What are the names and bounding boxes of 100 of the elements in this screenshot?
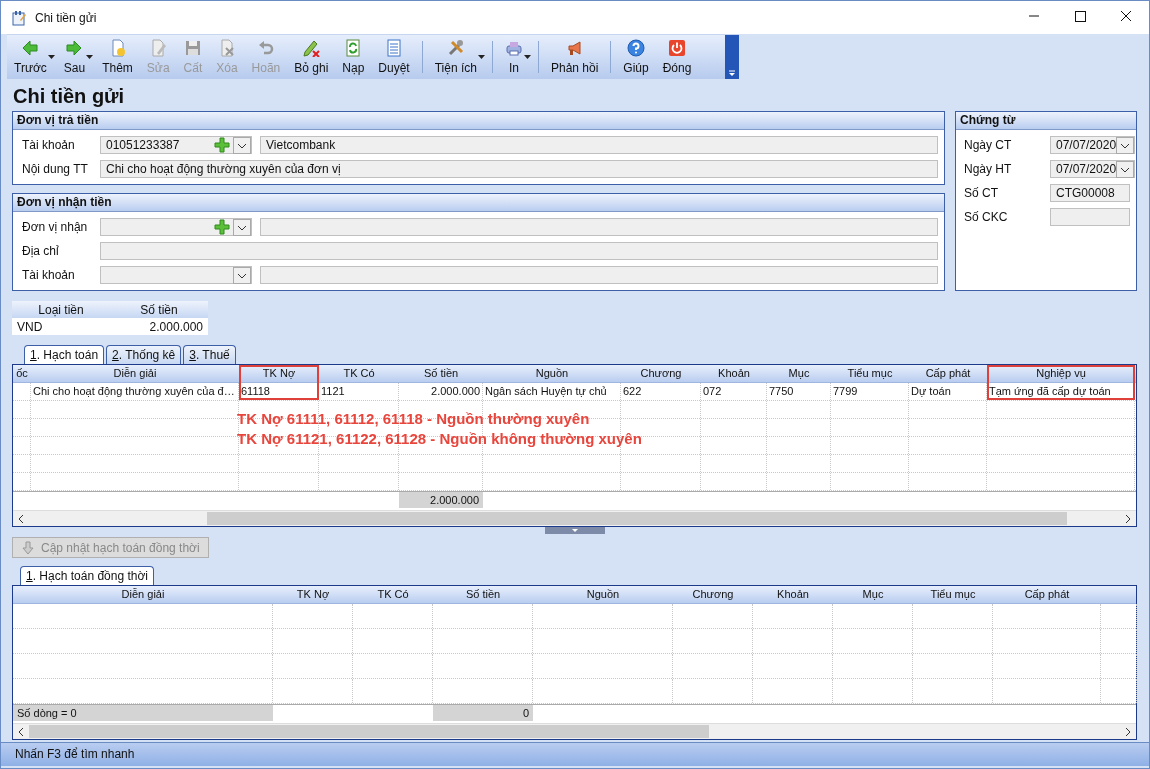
splitter-handle[interactable]	[544, 527, 605, 534]
table-cell: 622	[621, 383, 701, 400]
horizontal-scrollbar[interactable]	[13, 723, 1136, 739]
caret-icon[interactable]	[523, 55, 531, 59]
column-header: Tiểu mục	[846, 366, 894, 381]
panel-title: Chứng từ	[956, 111, 1136, 130]
table-cell: 072	[701, 383, 767, 400]
column-header: Chương	[691, 587, 735, 602]
toolbar-button[interactable]: Giúp	[616, 35, 656, 79]
input-field[interactable]: CTG00008	[1050, 184, 1130, 202]
column-header: TK Có	[376, 587, 410, 602]
column-header: Loại tiền	[37, 302, 85, 317]
input-field[interactable]	[1050, 208, 1130, 226]
input-field[interactable]: 07/07/2020	[1050, 160, 1136, 178]
caret-icon[interactable]	[47, 55, 55, 59]
megaphone-icon	[565, 39, 584, 57]
column-header: Mục	[787, 366, 811, 381]
tab[interactable]: 3. Thuế	[183, 345, 236, 364]
panel-title: Đơn vị nhận tiền	[13, 193, 944, 212]
column-header: Khoản	[776, 587, 810, 602]
table-cell: 61118	[239, 383, 319, 400]
table-cell-text: VND	[16, 319, 44, 334]
toolbar-button[interactable]: In	[497, 35, 530, 79]
refresh-document-icon	[344, 39, 363, 57]
dropdown-button[interactable]	[1116, 136, 1135, 154]
field-label: Tài khoản	[22, 268, 76, 282]
status-bar: Nhấn F3 để tìm nhanh	[1, 742, 1149, 766]
column-header: Nguồn	[585, 587, 621, 602]
right-arrow-icon	[65, 39, 84, 57]
column-header: Khoản	[717, 366, 751, 381]
input-field[interactable]: Vietcombank	[260, 136, 938, 154]
column-header: Diễn giải	[112, 366, 158, 381]
toolbar-button[interactable]: Nạp	[335, 35, 372, 79]
tab[interactable]: 1. Hạch toán	[24, 345, 105, 364]
toolbar-button[interactable]: Phản hồi	[543, 35, 606, 79]
add-icon[interactable]	[214, 137, 230, 153]
notebook-icon	[11, 9, 27, 26]
toolbar-button[interactable]: Tiện ích	[427, 35, 484, 79]
column-header: Tiểu mục	[929, 587, 977, 602]
table-cell: Số dòng = 0	[13, 705, 273, 721]
printer-icon	[504, 39, 523, 57]
column-header: Chương	[639, 366, 683, 381]
annotation-text: TK Nợ 61111, 61112, 61118 - Nguồn thường xuyên	[237, 409, 591, 429]
input-field[interactable]	[260, 218, 938, 236]
tab[interactable]: 1. Hạch toán đồng thời	[20, 566, 154, 585]
column-header: Diễn giải	[120, 587, 166, 602]
table-cell: Chi cho hoạt động thường xuyên của đ…	[31, 383, 239, 400]
field-label: Ngày CT	[964, 138, 1013, 152]
annotation-text: TK Nợ 61121, 61122, 61128 - Nguồn không thường xuyên	[237, 429, 642, 449]
list-document-icon	[385, 39, 403, 57]
column-header: Nguồn	[534, 366, 570, 381]
field-label: Số CT	[964, 186, 999, 200]
column-header: Cấp phát	[1023, 587, 1071, 602]
help-icon	[627, 39, 645, 57]
input-field[interactable]: 07/07/2020	[1050, 136, 1136, 154]
table-cell: 2.000.000	[399, 383, 483, 400]
column-header: Cấp phát	[924, 366, 972, 381]
column-header: Mục	[861, 587, 885, 602]
add-icon[interactable]	[214, 219, 230, 235]
dropdown-button[interactable]	[233, 266, 251, 284]
field-label: Tài khoản	[22, 138, 76, 152]
table-cell: 1121	[319, 383, 399, 400]
table-cell: Tạm ứng đã cấp dự toán	[987, 383, 1135, 400]
tab[interactable]: 2. Thống kê	[106, 345, 182, 364]
input-field[interactable]: 01051233387	[100, 136, 252, 154]
input-field[interactable]	[100, 242, 938, 260]
column-header: Nghiệp vụ	[1035, 366, 1087, 381]
toolbar-button[interactable]: Trước	[7, 35, 54, 79]
panel-title: Đơn vị trả tiền	[13, 111, 944, 130]
column-header: Số tiền	[422, 366, 460, 381]
window-title: Chi tiền gửi	[35, 10, 98, 25]
toolbar-button[interactable]: Sau	[56, 35, 93, 79]
field-label: Nội dung TT	[22, 162, 89, 176]
field-label: Ngày HT	[964, 162, 1013, 176]
table-cell: Dự toán	[909, 383, 987, 400]
toolbar-button[interactable]: Thêm	[95, 35, 140, 79]
dropdown-button[interactable]	[233, 136, 251, 154]
input-field[interactable]: Chi cho hoạt động thường xuyên của đơn vị	[100, 160, 938, 178]
toolbar-button[interactable]: Đóng	[655, 35, 699, 79]
column-header: TK Nợ	[261, 366, 297, 381]
column-header: TK Nợ	[295, 587, 331, 602]
dropdown-button[interactable]	[233, 218, 251, 236]
column-header: Số tiền	[139, 302, 179, 317]
table-cell: 7799	[831, 383, 909, 400]
page-heading: Chi tiền gửi	[12, 84, 126, 109]
edit-document-icon	[149, 39, 168, 57]
down-arrow-icon	[21, 540, 35, 555]
overflow-icon[interactable]	[725, 35, 739, 79]
caret-icon[interactable]	[86, 55, 94, 59]
toolbar-button[interactable]: Duyệt	[371, 35, 417, 79]
horizontal-scrollbar[interactable]	[13, 510, 1136, 526]
input-field[interactable]	[260, 266, 938, 284]
left-arrow-icon	[21, 39, 40, 57]
column-header: TK Có	[342, 366, 376, 381]
toolbar-button[interactable]: Bỏ ghi	[287, 35, 336, 79]
caret-icon[interactable]	[477, 55, 485, 59]
input-field[interactable]	[100, 266, 252, 284]
dropdown-button[interactable]	[1116, 160, 1135, 178]
field-label: Địa chỉ	[22, 244, 60, 258]
input-field[interactable]	[100, 218, 252, 236]
